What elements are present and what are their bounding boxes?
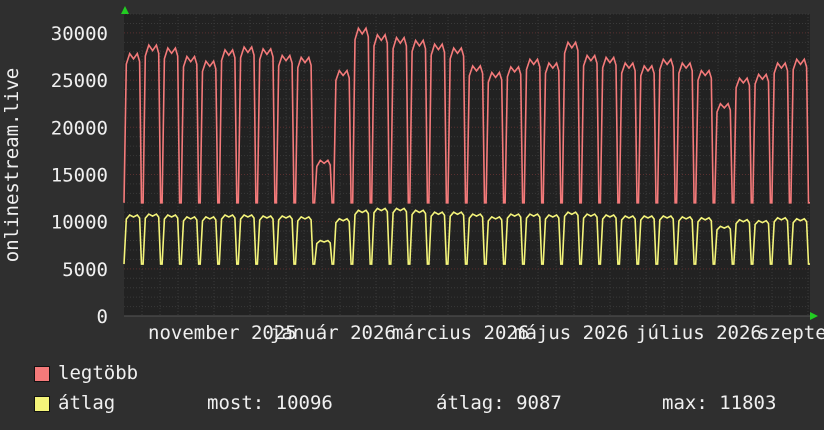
x-tick-label: július 2026 [636,322,762,344]
legend-swatch-atlag [34,396,50,412]
y-axis-label: onlinestream.live [1,68,23,262]
y-tick-label: 5000 [62,259,108,281]
x-tick-labels: november 2025január 2026március 2026máju… [148,322,824,344]
x-tick-label: március 2026 [392,322,529,344]
y-tick-label: 25000 [51,70,108,92]
stat-max: max: 11803 [662,392,777,414]
x-tick-label: január 2026 [270,322,396,344]
y-tick-label: 30000 [51,23,108,45]
y-axis-arrow-icon [121,6,129,14]
legend-label-legtobb: legtöbb [58,362,139,384]
legend-label-atlag: átlag [58,392,116,414]
legend-swatch-legtobb [34,366,50,382]
stat-most: most: 10096 [207,392,333,414]
x-tick-label: május 2026 [514,322,628,344]
y-tick-label: 15000 [51,164,108,186]
y-tick-label: 0 [97,306,108,328]
y-tick-label: 10000 [51,212,108,234]
x-tick-label: szeptember [758,322,824,344]
y-tick-label: 20000 [51,117,108,139]
stat-atlag: átlag: 9087 [436,392,562,414]
y-tick-labels: 0 5000 10000 15000 20000 25000 30000 [51,23,108,328]
x-axis-arrow-icon [810,312,818,320]
